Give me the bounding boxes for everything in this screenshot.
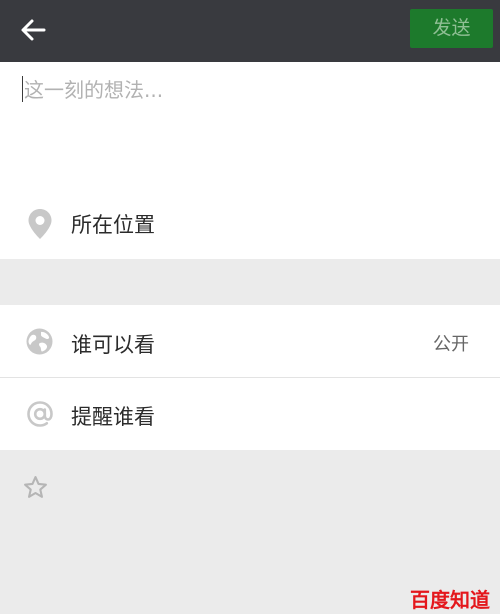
visibility-label: 谁可以看 <box>71 333 155 357</box>
compose-input[interactable]: 这一刻的想法... <box>24 74 163 103</box>
divider <box>0 377 500 378</box>
back-arrow-icon[interactable] <box>18 14 50 46</box>
at-icon <box>27 401 53 427</box>
watermark-logo: 百度知道 <box>410 588 490 612</box>
text-cursor <box>22 76 23 102</box>
send-button[interactable]: 发送 <box>410 9 493 48</box>
location-label: 所在位置 <box>71 213 155 237</box>
location-pin-icon <box>28 209 52 239</box>
visibility-value: 公开 <box>433 334 469 355</box>
mention-label: 提醒谁看 <box>71 405 155 429</box>
star-icon[interactable] <box>23 475 48 500</box>
top-bar: 发送 <box>0 0 500 62</box>
globe-icon <box>26 328 53 355</box>
